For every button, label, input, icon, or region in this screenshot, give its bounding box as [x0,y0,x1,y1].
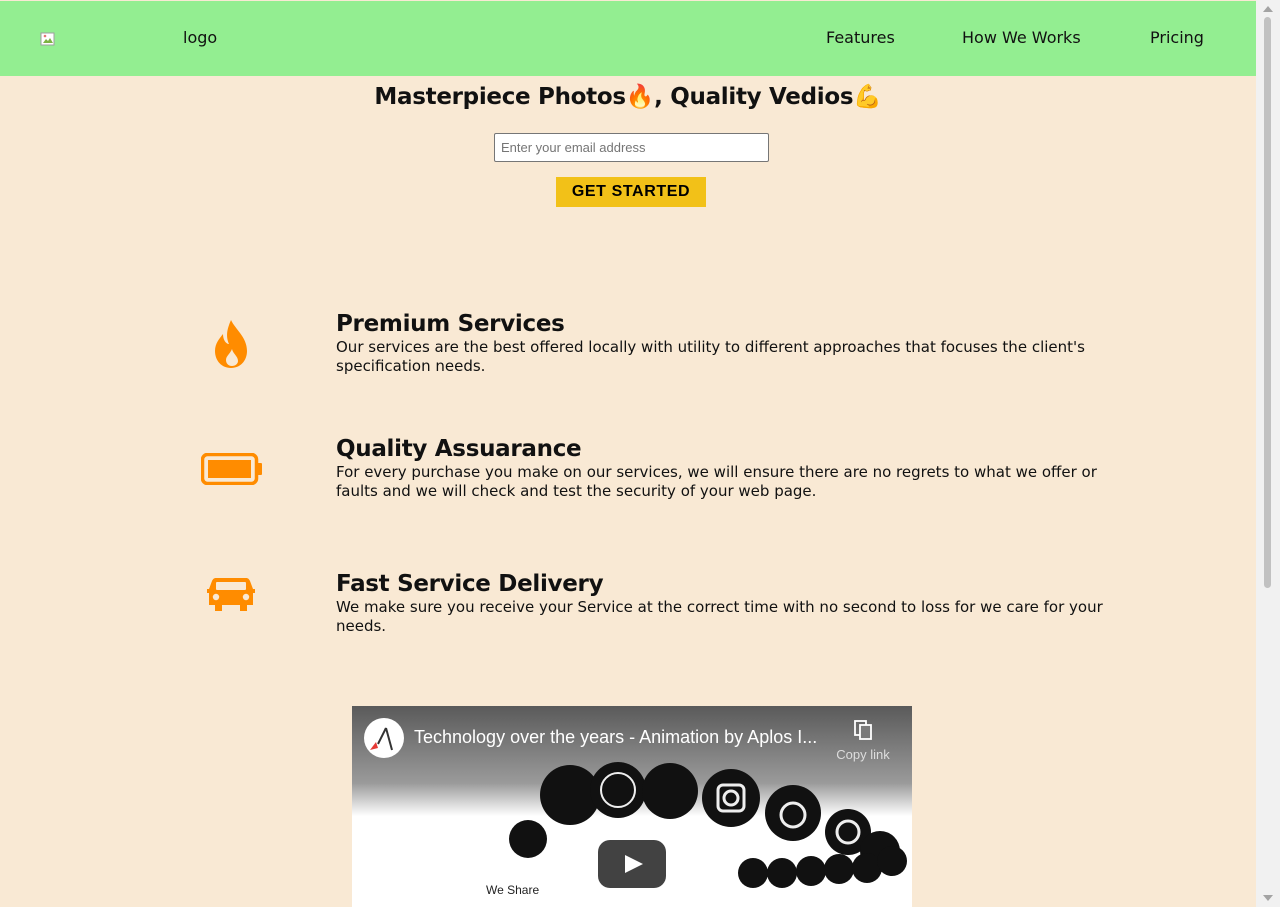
copy-icon [854,720,872,740]
feature-desc-fast-service-delivery: We make sure you receive your Service at… [336,598,1103,635]
nav-link-features[interactable]: Features [826,28,895,47]
play-icon [625,855,643,873]
channel-avatar[interactable] [364,718,404,758]
car-icon [207,578,255,611]
get-started-button[interactable]: GET STARTED [556,177,706,207]
video-caption: We Share [486,883,540,897]
feature-desc-quality-assurance: For every purchase you make on our servi… [336,463,1097,500]
logo-alt-text: logo [183,28,218,47]
page: logo Features How We Works Pricing Maste… [0,0,1256,907]
email-input[interactable] [494,133,769,162]
play-button[interactable] [598,840,666,888]
feature-title-fast-service-delivery: Fast Service Delivery [336,571,604,597]
battery-icon [201,453,262,485]
scroll-down-arrow-icon[interactable] [1263,895,1273,901]
video-embed[interactable]: Technology over the years - Animation by… [352,706,912,907]
copy-link-button[interactable]: Copy link [833,720,893,762]
nav-link-pricing[interactable]: Pricing [1150,28,1204,47]
feature-title-quality-assurance: Quality Assuarance [336,436,582,462]
video-title[interactable]: Technology over the years - Animation by… [414,727,817,748]
feature-title-premium-services: Premium Services [336,311,565,337]
channel-logo-icon [370,727,393,751]
navbar: logo Features How We Works Pricing [0,1,1256,76]
feature-desc-premium-services: Our services are the best offered locall… [336,338,1085,375]
broken-image-icon [40,32,55,46]
copy-link-label: Copy link [836,747,890,762]
fire-icon [215,320,247,368]
hero-title: Masterpiece Photos🔥, Quality Vedios💪 [374,84,882,110]
nav-link-how-we-works[interactable]: How We Works [962,28,1081,47]
vertical-scrollbar[interactable] [1256,0,1280,907]
scrollbar-thumb[interactable] [1264,17,1271,588]
scroll-up-arrow-icon[interactable] [1263,6,1273,12]
